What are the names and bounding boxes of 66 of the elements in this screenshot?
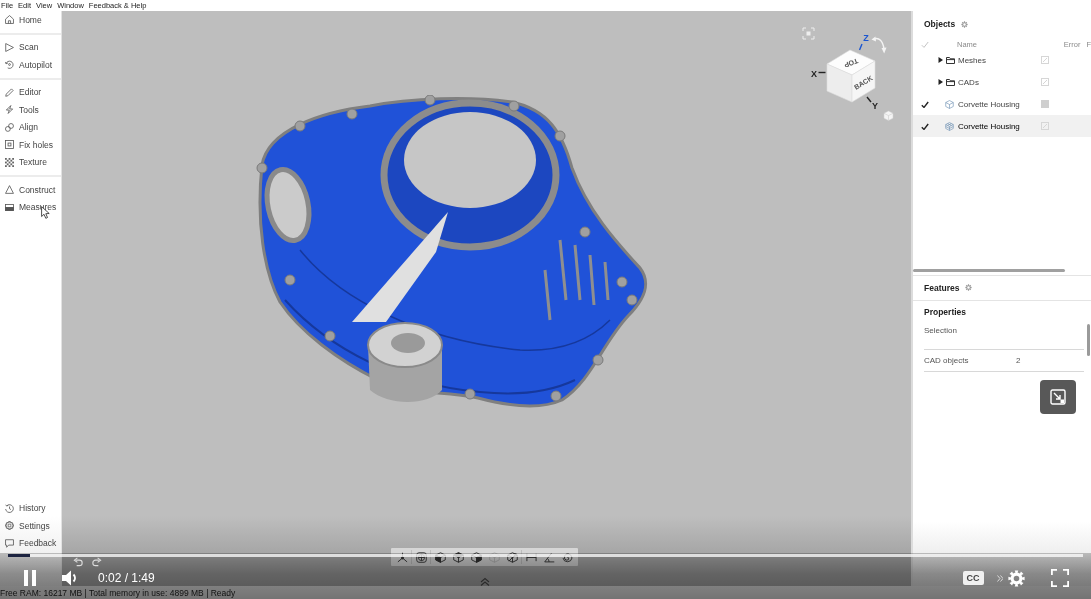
progress-track[interactable] — [8, 553, 1083, 557]
caret-right-icon[interactable] — [938, 79, 943, 85]
circular-arrow-icon — [5, 60, 14, 70]
lightning-icon — [5, 105, 14, 115]
cube-icon[interactable] — [470, 551, 482, 563]
volume-icon[interactable] — [61, 570, 79, 586]
framed-square-icon — [5, 140, 14, 150]
panel-title: Features — [924, 282, 960, 293]
check-icon[interactable] — [921, 100, 929, 108]
settings-icon[interactable] — [961, 20, 969, 28]
panel-title: Objects — [924, 19, 956, 29]
sidebar-item[interactable]: Align — [0, 118, 61, 136]
sidebar-item[interactable]: Construct — [0, 181, 61, 199]
object-row[interactable]: Meshes — [913, 49, 1091, 71]
sidebar-item[interactable]: Settings — [0, 517, 61, 535]
picture-in-picture-button[interactable] — [1040, 380, 1076, 414]
double-chevron-icon[interactable] — [480, 577, 490, 586]
sidebar-item[interactable]: History — [0, 499, 61, 517]
stacked-bars-icon — [5, 202, 14, 212]
play-icon — [5, 42, 14, 52]
axis-label: X — [811, 68, 827, 79]
pause-icon[interactable] — [22, 570, 38, 586]
speech-bubble-icon — [5, 538, 14, 548]
property-value: 2 — [1016, 355, 1021, 365]
framed-circle-icon[interactable] — [415, 551, 427, 563]
settings-icon[interactable] — [1008, 569, 1025, 587]
sidebar-item[interactable]: Home — [0, 11, 61, 29]
two-circles-icon — [5, 122, 14, 132]
fullscreen-icon[interactable] — [1051, 569, 1069, 587]
triangle-icon — [5, 185, 14, 195]
property-label: CAD objects — [924, 355, 970, 365]
check-icon[interactable] — [921, 122, 929, 130]
cube-icon — [945, 99, 954, 109]
sidebar-item[interactable]: Editor — [0, 83, 61, 101]
section-label: Selection — [924, 325, 957, 335]
checker-icon — [5, 157, 14, 167]
arrow-box-icon — [1050, 389, 1066, 405]
object-row[interactable]: CADs — [913, 71, 1091, 93]
sidebar-item[interactable]: Fix holes — [0, 136, 61, 154]
captions-button[interactable]: CC — [962, 571, 984, 585]
object-row[interactable]: Corvette Housing — [913, 115, 1091, 137]
status-text: Free RAM: 16217 MB | Total memory in use: 4899 MB | Ready — [0, 587, 236, 598]
sidebar-item[interactable]: Feedback — [0, 534, 61, 552]
angle-icon[interactable] — [543, 551, 555, 563]
scrollbar[interactable] — [913, 268, 1065, 272]
progress-fill[interactable] — [8, 553, 30, 557]
sidebar-item[interactable]: Measures — [0, 198, 61, 216]
sidebar-item[interactable]: Autopilot — [0, 56, 61, 74]
video-time: 0:02 / 1:49 — [98, 571, 155, 585]
house-icon — [5, 15, 14, 25]
object-row[interactable]: Corvette Housing — [913, 93, 1091, 115]
folder-icon — [946, 56, 955, 64]
axis-label: Z — [858, 33, 869, 51]
caret-right-icon[interactable] — [938, 57, 943, 63]
sidebar-item[interactable]: Scan — [0, 38, 61, 56]
folder-icon — [946, 78, 955, 86]
sidebar-item[interactable]: Tools — [0, 101, 61, 119]
sidebar-item[interactable]: Texture — [0, 153, 61, 171]
pencil-icon — [5, 87, 14, 97]
settings-icon — [5, 521, 14, 531]
wireframe-cube-icon — [945, 121, 954, 131]
spiral-icon[interactable] — [561, 551, 573, 563]
settings-icon[interactable] — [965, 284, 973, 291]
scrollbar[interactable] — [1087, 323, 1090, 356]
history-icon — [5, 503, 14, 513]
panel-title: Properties — [924, 306, 967, 317]
